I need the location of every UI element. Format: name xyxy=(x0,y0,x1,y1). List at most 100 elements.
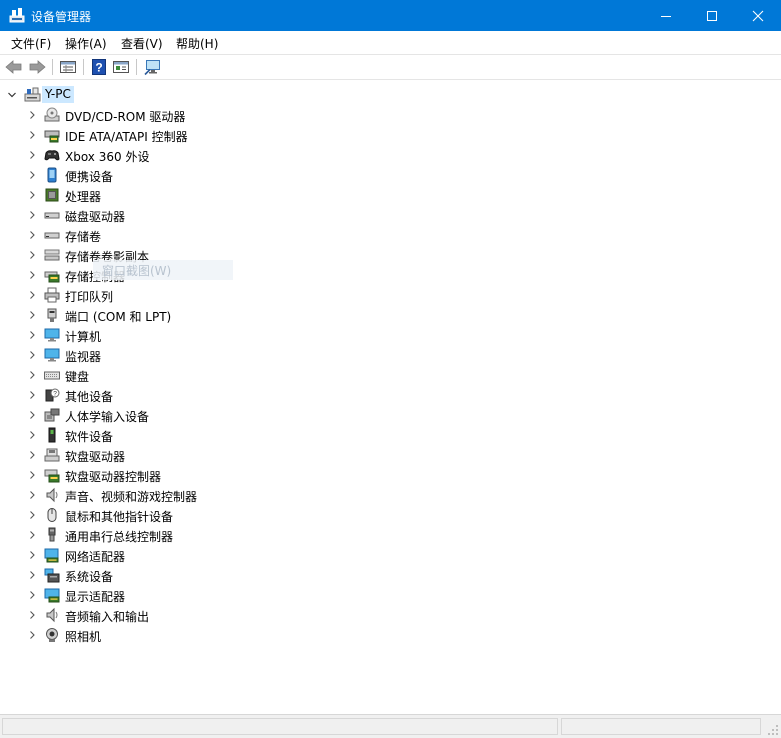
tree-item[interactable]: 显示适配器 xyxy=(0,585,781,605)
tree-item-label[interactable]: 显示适配器 xyxy=(65,588,125,605)
status-pane xyxy=(561,718,761,735)
chevron-right-icon[interactable] xyxy=(27,410,37,420)
menu-file[interactable]: 文件(F) xyxy=(11,35,51,52)
tree-item[interactable]: 软盘驱动器控制器 xyxy=(0,465,781,485)
chevron-right-icon[interactable] xyxy=(27,610,37,620)
tree-item[interactable]: 处理器 xyxy=(0,185,781,205)
close-button[interactable] xyxy=(735,0,781,31)
tree-item[interactable]: DVD/CD-ROM 驱动器 xyxy=(0,105,781,125)
tree-item[interactable]: 系统设备 xyxy=(0,565,781,585)
chevron-right-icon[interactable] xyxy=(27,350,37,360)
chevron-right-icon[interactable] xyxy=(27,530,37,540)
tree-item-label[interactable]: 存储卷 xyxy=(65,228,101,245)
tree-item[interactable]: 便携设备 xyxy=(0,165,781,185)
tree-item[interactable]: 打印队列 xyxy=(0,285,781,305)
tree-item-label[interactable]: 照相机 xyxy=(65,628,101,645)
chevron-right-icon[interactable] xyxy=(27,150,37,160)
tree-item-label[interactable]: 软盘驱动器 xyxy=(65,448,125,465)
chevron-right-icon[interactable] xyxy=(27,450,37,460)
tree-item[interactable]: 键盘 xyxy=(0,365,781,385)
chevron-right-icon[interactable] xyxy=(27,330,37,340)
tree-item-label[interactable]: 声音、视频和游戏控制器 xyxy=(65,488,197,505)
tree-item-label[interactable]: 监视器 xyxy=(65,348,101,365)
tree-item-label[interactable]: IDE ATA/ATAPI 控制器 xyxy=(65,128,188,145)
menu-help[interactable]: 帮助(H) xyxy=(176,35,218,52)
tree-item[interactable]: 照相机 xyxy=(0,625,781,645)
tree-item-label[interactable]: 软盘驱动器控制器 xyxy=(65,468,161,485)
tree-item[interactable]: 通用串行总线控制器 xyxy=(0,525,781,545)
tree-item[interactable]: 磁盘驱动器 xyxy=(0,205,781,225)
help-button[interactable]: ? xyxy=(89,58,109,76)
tree-item-label[interactable]: 其他设备 xyxy=(65,388,113,405)
tree-root[interactable]: Y-PC xyxy=(0,85,781,105)
chevron-right-icon[interactable] xyxy=(27,370,37,380)
chevron-right-icon[interactable] xyxy=(27,470,37,480)
tree-item-label[interactable]: DVD/CD-ROM 驱动器 xyxy=(65,108,185,125)
chevron-right-icon[interactable] xyxy=(27,550,37,560)
chevron-right-icon[interactable] xyxy=(27,190,37,200)
back-button[interactable] xyxy=(4,58,24,76)
chevron-right-icon[interactable] xyxy=(27,230,37,240)
chevron-right-icon[interactable] xyxy=(27,590,37,600)
chevron-right-icon[interactable] xyxy=(27,430,37,440)
chevron-right-icon[interactable] xyxy=(27,110,37,120)
chevron-right-icon[interactable] xyxy=(27,290,37,300)
tree-item-label[interactable]: 键盘 xyxy=(65,368,89,385)
tree-item[interactable]: 鼠标和其他指针设备 xyxy=(0,505,781,525)
chevron-right-icon[interactable] xyxy=(27,210,37,220)
details-button[interactable] xyxy=(111,58,131,76)
tree-item[interactable]: 音频输入和输出 xyxy=(0,605,781,625)
minimize-button[interactable] xyxy=(643,0,689,31)
tree-item[interactable]: 监视器 xyxy=(0,345,781,365)
chevron-right-icon[interactable] xyxy=(27,510,37,520)
chevron-right-icon[interactable] xyxy=(27,130,37,140)
tree-item-label[interactable]: 打印队列 xyxy=(65,288,113,305)
resize-grip-icon[interactable] xyxy=(767,724,779,736)
chevron-right-icon[interactable] xyxy=(27,390,37,400)
tree-item[interactable]: 声音、视频和游戏控制器 xyxy=(0,485,781,505)
tree-item-label[interactable]: 软件设备 xyxy=(65,428,113,445)
tree-item[interactable]: 人体学输入设备 xyxy=(0,405,781,425)
tree-item[interactable]: 计算机 xyxy=(0,325,781,345)
maximize-button[interactable] xyxy=(689,0,735,31)
tree-item-label[interactable]: 系统设备 xyxy=(65,568,113,585)
toolbar-separator xyxy=(136,59,137,75)
properties-button[interactable] xyxy=(58,58,78,76)
chevron-right-icon[interactable] xyxy=(27,270,37,280)
chevron-right-icon[interactable] xyxy=(27,170,37,180)
tree-item[interactable]: 端口 (COM 和 LPT) xyxy=(0,305,781,325)
tree-item[interactable]: 软盘驱动器 xyxy=(0,445,781,465)
menu-view[interactable]: 查看(V) xyxy=(121,35,163,52)
tree-item[interactable]: ? 其他设备 xyxy=(0,385,781,405)
scan-hardware-button[interactable] xyxy=(143,58,163,76)
chevron-right-icon[interactable] xyxy=(27,310,37,320)
chevron-right-icon[interactable] xyxy=(27,630,37,640)
forward-button[interactable] xyxy=(27,58,47,76)
root-computer-label[interactable]: Y-PC xyxy=(42,86,74,103)
storage-controller-icon xyxy=(44,271,60,283)
tree-item-label[interactable]: 计算机 xyxy=(65,328,101,345)
tree-item[interactable]: 网络适配器 xyxy=(0,545,781,565)
chevron-right-icon[interactable] xyxy=(27,490,37,500)
disk-drive-icon xyxy=(44,212,60,219)
tree-item[interactable]: Xbox 360 外设 xyxy=(0,145,781,165)
chevron-down-icon[interactable] xyxy=(7,90,17,100)
chevron-right-icon[interactable] xyxy=(27,250,37,260)
tree-item-label[interactable]: 磁盘驱动器 xyxy=(65,208,125,225)
tree-item-label[interactable]: 通用串行总线控制器 xyxy=(65,528,173,545)
menu-action[interactable]: 操作(A) xyxy=(65,35,107,52)
tree-item-label[interactable]: 端口 (COM 和 LPT) xyxy=(65,308,171,325)
tree-item-label[interactable]: 便携设备 xyxy=(65,168,113,185)
tree-item[interactable]: 存储卷 xyxy=(0,225,781,245)
tree-item[interactable]: 软件设备 xyxy=(0,425,781,445)
tree-item-label[interactable]: Xbox 360 外设 xyxy=(65,148,149,165)
gamepad-icon xyxy=(44,150,60,161)
tree-item-label[interactable]: 网络适配器 xyxy=(65,548,125,565)
tree-item-label[interactable]: 音频输入和输出 xyxy=(65,608,149,625)
tree-item-label[interactable]: 鼠标和其他指针设备 xyxy=(65,508,173,525)
tree-item[interactable]: IDE ATA/ATAPI 控制器 xyxy=(0,125,781,145)
hid-icon xyxy=(44,408,60,422)
chevron-right-icon[interactable] xyxy=(27,570,37,580)
tree-item-label[interactable]: 人体学输入设备 xyxy=(65,408,149,425)
tree-item-label[interactable]: 处理器 xyxy=(65,188,101,205)
